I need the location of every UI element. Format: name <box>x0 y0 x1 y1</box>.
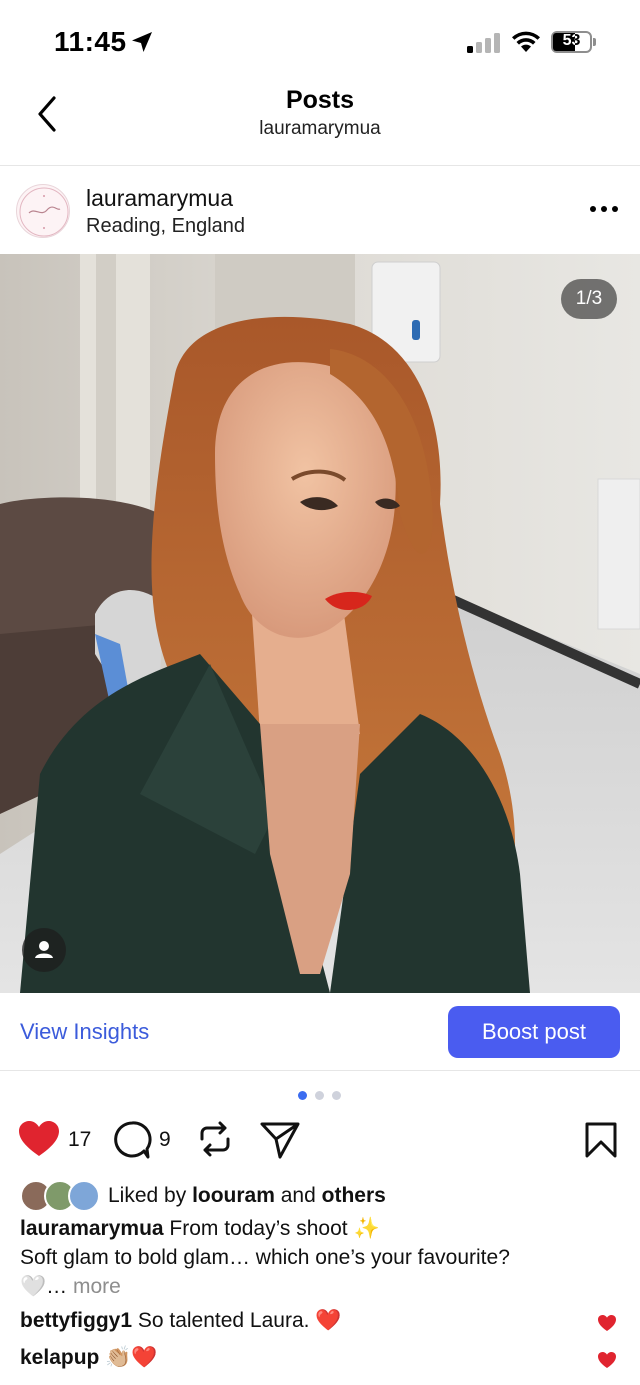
carousel-dots <box>298 1091 344 1101</box>
comment-like-heart-icon[interactable] <box>597 1314 617 1332</box>
comment-username[interactable]: bettyfiggy1 <box>20 1309 132 1332</box>
nav-header: Posts lauramarymua <box>0 84 640 166</box>
view-insights-link[interactable]: View Insights <box>20 1019 149 1045</box>
carousel-counter: 1/3 <box>561 279 617 319</box>
page-title: Posts <box>285 86 355 114</box>
profile-avatar[interactable] <box>16 184 70 238</box>
repost-icon[interactable] <box>197 1121 233 1157</box>
carousel-dot <box>315 1091 324 1100</box>
post-image <box>0 254 640 993</box>
caption-line-1: From today’s shoot ✨ <box>163 1217 380 1240</box>
status-time: 11:45 <box>54 26 127 57</box>
caption-more-link[interactable]: more <box>73 1275 121 1298</box>
share-send-icon[interactable] <box>260 1121 300 1159</box>
post-location[interactable]: Reading, England <box>86 215 245 238</box>
bookmark-icon[interactable] <box>584 1121 618 1159</box>
liked-by-middle: and <box>274 1184 322 1207</box>
carousel-dot-active <box>298 1091 307 1100</box>
location-arrow-icon <box>132 32 152 52</box>
liked-by-text: Liked by loouram and others <box>108 1184 386 1208</box>
post-actions: 17 9 <box>0 1118 640 1164</box>
status-bar: 11:45 53 <box>0 0 640 84</box>
comment-item: kelapup 👏🏼❤️ <box>20 1346 580 1370</box>
comment-item: bettyfiggy1 So talented Laura. ❤️ <box>20 1309 580 1333</box>
comment-icon[interactable] <box>112 1120 152 1160</box>
comments-count: 9 <box>159 1128 171 1151</box>
heart-filled-icon[interactable] <box>18 1120 60 1158</box>
liked-by-others[interactable]: others <box>322 1184 386 1207</box>
boost-post-button[interactable]: Boost post <box>448 1006 620 1058</box>
battery-icon: 53 <box>551 31 597 53</box>
more-options-icon[interactable] <box>588 199 620 219</box>
cellular-signal-icon <box>467 33 500 53</box>
liked-by-user[interactable]: loouram <box>192 1184 275 1207</box>
post-header: lauramarymua Reading, England <box>0 167 640 254</box>
tagged-people-button[interactable] <box>22 928 66 972</box>
page-subtitle: lauramarymua <box>259 118 381 139</box>
liked-by-prefix: Liked by <box>108 1184 193 1207</box>
person-icon <box>35 941 53 958</box>
carousel-dot <box>332 1091 341 1100</box>
comment-username[interactable]: kelapup <box>20 1346 99 1369</box>
liker-avatar <box>68 1180 100 1212</box>
battery-level: 53 <box>562 32 581 49</box>
post-photo[interactable] <box>0 254 640 993</box>
comment-text: So talented Laura. ❤️ <box>132 1309 342 1332</box>
comment-like-heart-icon[interactable] <box>597 1351 617 1369</box>
caption-line-3: 🤍… <box>20 1275 73 1298</box>
post-username[interactable]: lauramarymua <box>86 185 233 212</box>
wifi-icon <box>512 31 540 52</box>
caption-username[interactable]: lauramarymua <box>20 1217 164 1240</box>
comment-text: 👏🏼❤️ <box>99 1346 158 1369</box>
caption-line-2: Soft glam to bold glam… which one’s your… <box>20 1246 510 1269</box>
insights-row: View Insights Boost post <box>0 993 640 1071</box>
liked-by-row[interactable]: Liked by loouram and others <box>20 1180 620 1214</box>
post-caption: lauramarymua From today’s shoot ✨ Soft g… <box>20 1214 624 1301</box>
likes-count: 17 <box>68 1128 92 1151</box>
